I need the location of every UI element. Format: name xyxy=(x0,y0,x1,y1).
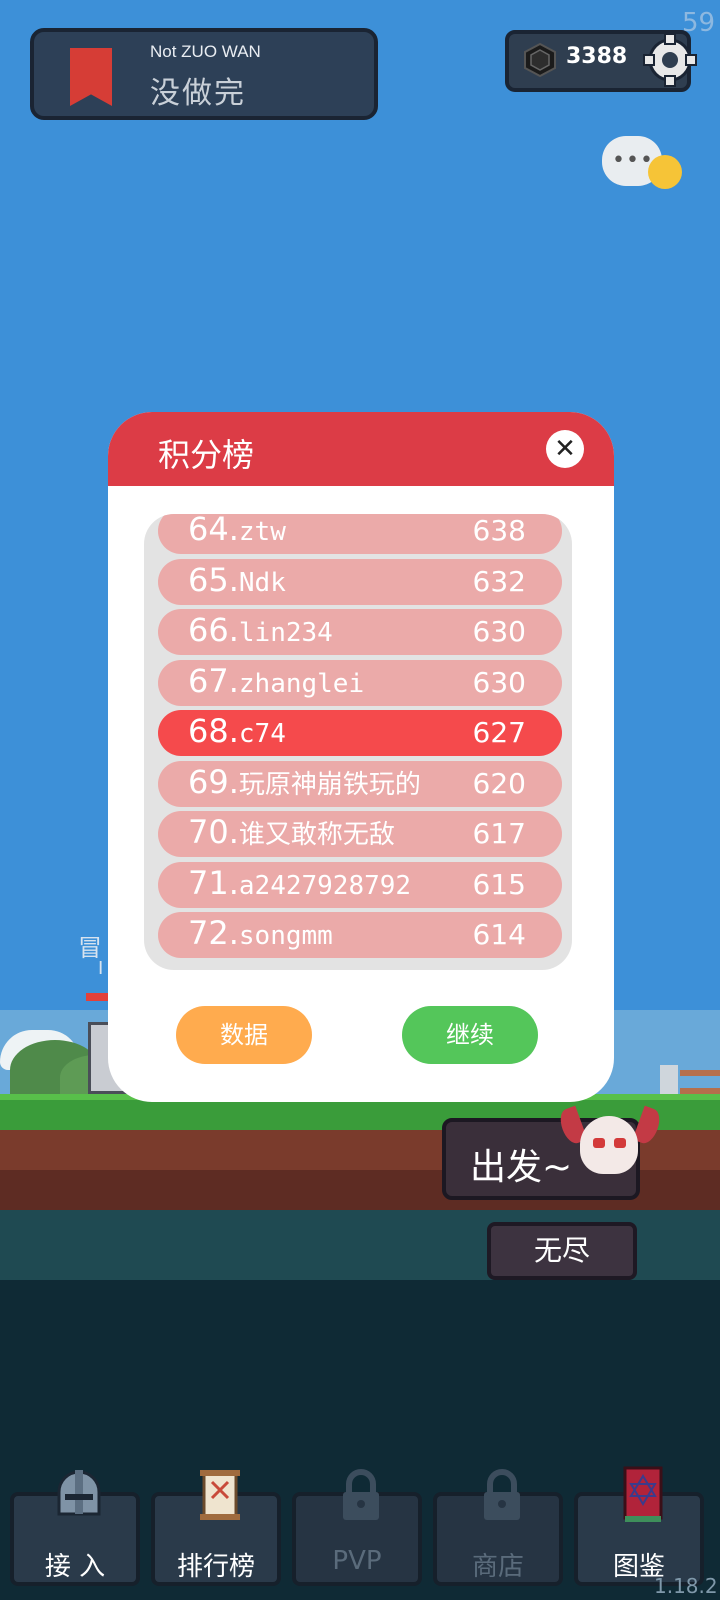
row-rank-name: 68.c74 xyxy=(188,712,286,750)
skull-icon xyxy=(580,1116,638,1174)
row-name: c74 xyxy=(238,719,286,749)
nav-leaderboard-button[interactable]: 排行榜 xyxy=(151,1470,281,1586)
leaderboard-row-self: 68.c74 627 xyxy=(158,710,562,756)
nav-pvp-button[interactable]: PVP xyxy=(292,1469,422,1586)
helmet-icon xyxy=(57,1470,101,1516)
row-rank: 72. xyxy=(188,914,239,952)
leaderboard-row: 65.Ndk 632 xyxy=(158,558,562,605)
row-rank-name: 65.Ndk xyxy=(188,561,286,599)
currency-value: 3388 xyxy=(566,44,628,69)
row-name: 谁又敢称无敌 xyxy=(238,820,395,850)
stone-pillar xyxy=(660,1065,678,1097)
row-rank-name: 66.lin234 xyxy=(188,611,333,649)
nav-shop-button[interactable]: 商店 xyxy=(433,1469,563,1586)
row-name: a2427928792 xyxy=(238,870,412,901)
nav-label: 商店 xyxy=(471,1552,524,1582)
row-rank: 71. xyxy=(188,863,239,902)
row-name: ztw xyxy=(238,517,286,547)
row-score: 615 xyxy=(472,867,526,901)
leaderboard-row: 64.ztw 638 xyxy=(158,514,562,554)
row-rank: 65. xyxy=(188,560,239,599)
row-score: 627 xyxy=(472,716,526,749)
row-score: 630 xyxy=(472,665,526,699)
leaderboard-row: 70.谁又敢称无敌 617 xyxy=(158,811,562,857)
row-name: lin234 xyxy=(238,618,333,648)
data-button[interactable]: 数据 xyxy=(176,1006,312,1064)
task-title-en: Not ZUO WAN xyxy=(150,42,261,61)
task-title-cn: 没做完 xyxy=(150,76,246,111)
leaderboard-row: 71.a2427928792 615 xyxy=(158,861,562,908)
skull-eye xyxy=(614,1138,626,1148)
leaderboard-row: 69.玩原神崩铁玩的 620 xyxy=(158,760,562,807)
row-score: 620 xyxy=(472,766,526,800)
gear-icon[interactable] xyxy=(642,32,698,88)
book-icon xyxy=(623,1466,663,1522)
row-rank: 69. xyxy=(188,762,239,801)
row-rank-name: 70.谁又敢称无敌 xyxy=(188,813,395,851)
row-rank: 70. xyxy=(188,813,239,851)
leaderboard-row: 66.lin234 630 xyxy=(158,609,562,655)
row-rank-name: 64.ztw xyxy=(188,514,286,548)
endless-button[interactable]: 无尽 xyxy=(487,1222,637,1280)
nav-connect-button[interactable]: 接 入 xyxy=(10,1470,140,1586)
row-name: zhanglei xyxy=(238,668,365,699)
nav-label: 接 入 xyxy=(44,1552,106,1582)
row-name: Ndk xyxy=(238,567,286,598)
row-score: 614 xyxy=(472,918,526,951)
skull-eye xyxy=(593,1138,605,1148)
row-rank-name: 67.zhanglei xyxy=(188,662,364,700)
lock-icon xyxy=(343,1469,379,1520)
row-name: 玩原神崩铁玩的 xyxy=(238,769,421,800)
row-score: 638 xyxy=(472,514,526,547)
row-score: 632 xyxy=(472,564,526,598)
close-icon[interactable]: ✕ xyxy=(546,430,584,468)
row-rank-name: 72.songmm xyxy=(188,914,333,952)
hp-bar xyxy=(86,993,110,1001)
version-label: 1.18.2 xyxy=(654,1574,718,1598)
row-name: songmm xyxy=(238,921,333,951)
smiley-icon xyxy=(648,155,682,189)
row-score: 617 xyxy=(472,817,526,850)
leaderboard-list[interactable]: 64.ztw 638 65.Ndk 632 66.lin234 630 67.zhangle… xyxy=(144,514,572,970)
row-rank: 66. xyxy=(188,611,239,649)
row-rank: 68. xyxy=(188,712,239,750)
fence xyxy=(680,1070,720,1094)
row-rank: 67. xyxy=(188,661,239,700)
row-rank: 64. xyxy=(188,514,239,548)
row-rank-name: 69.玩原神崩铁玩的 xyxy=(188,763,421,801)
leaderboard-row: 67.zhanglei 630 xyxy=(158,659,562,706)
start-button-label: 出发~ xyxy=(470,1147,573,1188)
row-score: 630 xyxy=(472,615,526,648)
leaderboard-modal: 积分榜 ✕ 64.ztw 638 65.Ndk 632 66.lin234 630 67.z… xyxy=(108,412,614,1102)
nav-label: 排行榜 xyxy=(176,1552,255,1582)
nav-codex-button[interactable]: 图鉴 xyxy=(574,1466,704,1586)
lock-icon xyxy=(484,1469,520,1520)
leaderboard-row: 72.songmm 614 xyxy=(158,912,562,958)
nav-label: PVP xyxy=(332,1546,382,1576)
row-rank-name: 71.a2427928792 xyxy=(188,864,411,902)
scroll-icon xyxy=(200,1470,240,1520)
continue-button[interactable]: 继续 xyxy=(402,1006,538,1064)
modal-title: 积分榜 xyxy=(158,436,255,474)
character-level: I xyxy=(98,958,104,979)
gem-icon xyxy=(524,42,556,78)
